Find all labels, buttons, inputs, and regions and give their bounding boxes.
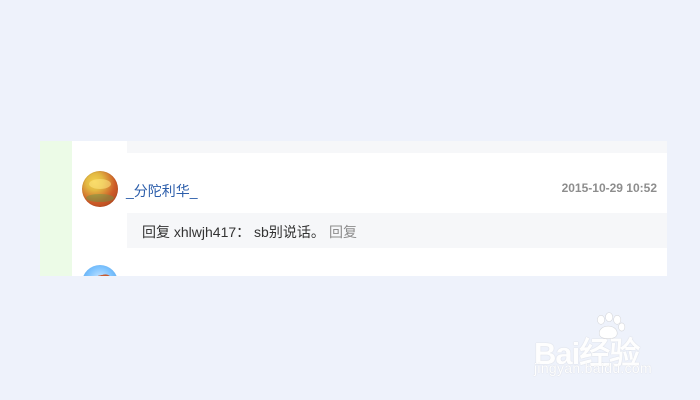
comment-panel: _分陀利华_ 2015-10-29 10:52 回复 xhlwjh417： sb…: [40, 141, 667, 276]
watermark-url: jingyan.baidu.com: [534, 360, 652, 376]
reply-box: 回复 xhlwjh417： sb别说话。 回复: [127, 213, 667, 248]
reply-button[interactable]: 回复: [329, 222, 357, 242]
next-comment-avatar-icon[interactable]: [82, 265, 118, 276]
paw-icon: [597, 312, 626, 339]
watermark: Bai经验 jingyan.baidu.com: [534, 312, 660, 384]
left-rail: [40, 141, 72, 276]
reply-text: 回复 xhlwjh417： sb别说话。: [142, 224, 325, 240]
watermark-brand: Bai经验: [534, 336, 640, 371]
page: _分陀利华_ 2015-10-29 10:52 回复 xhlwjh417： sb…: [0, 0, 700, 400]
username-link[interactable]: _分陀利华_: [126, 181, 198, 201]
comment-timestamp: 2015-10-29 10:52: [561, 181, 657, 195]
avatar-icon[interactable]: [82, 171, 118, 207]
previous-reply-box: [127, 141, 667, 153]
